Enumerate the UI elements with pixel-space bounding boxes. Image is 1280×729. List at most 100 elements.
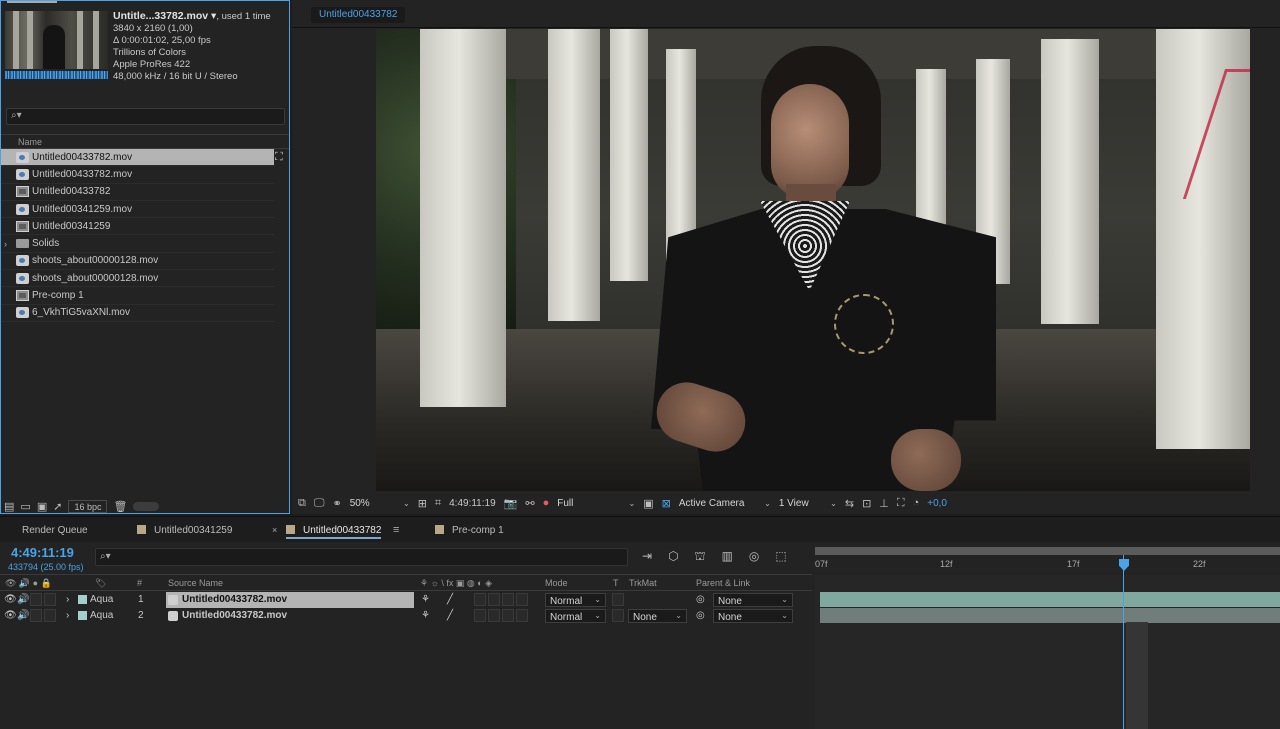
comp-flowchart-icon[interactable]: ⛶ <box>897 497 905 510</box>
playhead-handle[interactable] <box>1119 559 1129 571</box>
blend-mode-dropdown[interactable]: Normal ⌄ <box>545 609 606 623</box>
camera-dropdown[interactable]: Active Camera ⌄ <box>679 496 771 511</box>
layer-duration-bar[interactable] <box>820 608 1280 623</box>
transparency-grid-icon[interactable]: ⊠ <box>662 497 671 510</box>
solo-box[interactable] <box>30 593 42 606</box>
timeline-current-time[interactable]: 4:49:11:19 <box>11 545 74 560</box>
motion-blur-switch[interactable] <box>502 609 514 622</box>
zoom-dropdown[interactable]: 50% ⌄ <box>350 496 410 511</box>
time-ruler[interactable]: 07f 12f 17f 22f <box>815 547 1280 577</box>
tab-render-queue[interactable]: Render Queue <box>22 523 88 539</box>
project-folder[interactable]: › Solids <box>1 235 274 253</box>
quality-switch-icon[interactable]: ╱ <box>447 610 453 621</box>
rgb-channels-icon[interactable]: ● <box>543 497 550 509</box>
monitor-icon[interactable]: 🖵 <box>314 497 325 510</box>
render-icon[interactable]: ➚ <box>53 500 62 513</box>
trkmat-dropdown[interactable]: None ⌄ <box>628 609 687 623</box>
visibility-eye-icon[interactable]: 👁 <box>4 594 17 605</box>
playhead-line[interactable] <box>1123 555 1124 729</box>
project-item[interactable]: Untitled00341259.mov <box>1 201 274 219</box>
timeline-icon[interactable]: ⊥ <box>879 497 889 510</box>
shy-switch-icon[interactable]: ⚘ <box>421 610 430 621</box>
shy-switch-icon[interactable]: ⚘ <box>421 594 430 605</box>
expand-arrow-icon[interactable]: › <box>4 239 7 249</box>
tab-comp-untitled00433782[interactable]: Untitled00433782 <box>286 523 382 539</box>
hide-shy-layers-icon[interactable]: ⛫ <box>695 549 706 565</box>
layer-row[interactable]: 👁 🔊 › Aqua 1 Untitled00433782.mov ⚘ ╱ No… <box>0 592 812 608</box>
project-item[interactable]: shoots_about00000128.mov <box>1 253 274 271</box>
always-preview-icon[interactable]: ⧉ <box>298 497 306 510</box>
graph-editor-icon[interactable]: ⬚ <box>775 549 786 565</box>
lock-box[interactable] <box>44 593 56 606</box>
project-item[interactable]: 6_VkhTiG5vaXNl.mov <box>1 305 274 322</box>
exposure-value[interactable]: +0,0 <box>927 498 947 509</box>
new-composition-icon[interactable]: ▣ <box>37 500 47 513</box>
region-of-interest-icon[interactable]: ⌗ <box>435 497 441 510</box>
tab-pre-comp-1[interactable]: Pre-comp 1 <box>435 523 504 539</box>
layer-duration-bar[interactable] <box>820 592 1280 607</box>
adjustment-switch[interactable] <box>516 609 528 622</box>
thumbnail-size-slider[interactable] <box>133 501 160 511</box>
new-folder-icon[interactable]: ▭ <box>20 500 30 513</box>
trash-icon[interactable]: 🗑 <box>113 500 127 513</box>
expand-layer-icon[interactable]: › <box>66 594 69 605</box>
pick-whip-icon[interactable]: ◎ <box>696 610 705 621</box>
panel-menu-icon[interactable]: ≡ <box>393 524 399 536</box>
frame-blending-icon[interactable]: ▥ <box>722 549 733 565</box>
view-layout-dropdown[interactable]: 1 View ⌄ <box>779 496 837 511</box>
blend-mode-dropdown[interactable]: Normal ⌄ <box>545 593 606 607</box>
composition-mini-flowchart-icon[interactable]: ⇥ <box>642 549 652 565</box>
expand-layer-icon[interactable]: › <box>66 610 69 621</box>
layer-row[interactable]: 👁 🔊 › Aqua 2 Untitled00433782.mov ⚘ ╱ No… <box>0 608 812 624</box>
quality-switch-icon[interactable]: ╱ <box>447 594 453 605</box>
project-item[interactable]: shoots_about00000128.mov <box>1 270 274 288</box>
flowchart-icon[interactable]: ⛶ <box>275 151 283 164</box>
3d-renderer-icon[interactable]: ⊡ <box>862 497 871 510</box>
visibility-eye-icon[interactable]: 👁 <box>4 610 17 621</box>
interpret-footage-icon[interactable]: ▤ <box>4 500 14 513</box>
parent-dropdown[interactable]: None ⌄ <box>713 593 793 607</box>
motion-blur-switch[interactable] <box>502 593 514 606</box>
effects-switch[interactable] <box>474 609 486 622</box>
tab-composition[interactable]: Untitled00433782 <box>311 7 406 23</box>
layer-source-name[interactable]: Untitled00433782.mov <box>166 592 414 608</box>
mask-view-icon[interactable]: ⚭ <box>332 497 341 510</box>
adjustment-switch[interactable] <box>516 593 528 606</box>
audio-speaker-icon[interactable]: 🔊 <box>17 610 29 621</box>
frame-blend-switch[interactable] <box>488 609 500 622</box>
project-item[interactable]: Pre-comp 1 <box>1 287 274 305</box>
layer-source-name[interactable]: Untitled00433782.mov <box>166 608 414 624</box>
layer-time-graph[interactable] <box>815 575 1280 729</box>
snapshot-camera-icon[interactable]: 📷 <box>504 497 518 510</box>
label-color-swatch[interactable] <box>78 595 87 604</box>
project-search-input[interactable]: ⌕▾ <box>6 108 285 125</box>
timeline-search-input[interactable]: ⌕▾ <box>95 548 628 566</box>
toggle-pixel-aspect-icon[interactable]: ⇆ <box>845 497 854 510</box>
solo-box[interactable] <box>30 609 42 622</box>
pick-whip-icon[interactable]: ◎ <box>696 594 705 605</box>
current-time-display[interactable]: 4:49:11:19 <box>449 498 496 509</box>
project-item[interactable]: Untitled00433782.mov <box>1 166 274 184</box>
close-tab-icon[interactable]: × <box>272 525 277 535</box>
project-item[interactable]: Untitled00433782.mov <box>1 149 274 167</box>
parent-dropdown[interactable]: None ⌄ <box>713 609 793 623</box>
draft-3d-icon[interactable]: ⬡ <box>668 549 678 565</box>
show-snapshot-icon[interactable]: ⚯ <box>525 497 534 510</box>
title-safe-icon[interactable]: ⊞ <box>418 497 427 510</box>
preserve-transparency-switch[interactable] <box>612 609 624 622</box>
label-tag-icon[interactable]: 🏷 <box>95 578 106 589</box>
composition-viewer[interactable] <box>376 29 1250 491</box>
label-color-swatch[interactable] <box>78 611 87 620</box>
work-area-bar[interactable] <box>815 547 1280 555</box>
resolution-dropdown[interactable]: Full ⌄ <box>557 496 635 511</box>
project-item[interactable]: Untitled00341259 <box>1 218 274 236</box>
footage-name[interactable]: Untitle...33782.mov ▾ <box>113 10 216 22</box>
column-source-name[interactable]: Source Name <box>168 578 223 588</box>
reset-exposure-icon[interactable]: ◔ <box>913 497 920 509</box>
column-name[interactable]: Name <box>18 137 42 147</box>
tab-comp-untitled00341259[interactable]: Untitled00341259 <box>137 523 232 539</box>
preserve-transparency-switch[interactable] <box>612 593 624 606</box>
bit-depth-button[interactable]: 16 bpc <box>68 499 108 513</box>
lock-box[interactable] <box>44 609 56 622</box>
project-item[interactable]: Untitled00433782 <box>1 184 274 201</box>
